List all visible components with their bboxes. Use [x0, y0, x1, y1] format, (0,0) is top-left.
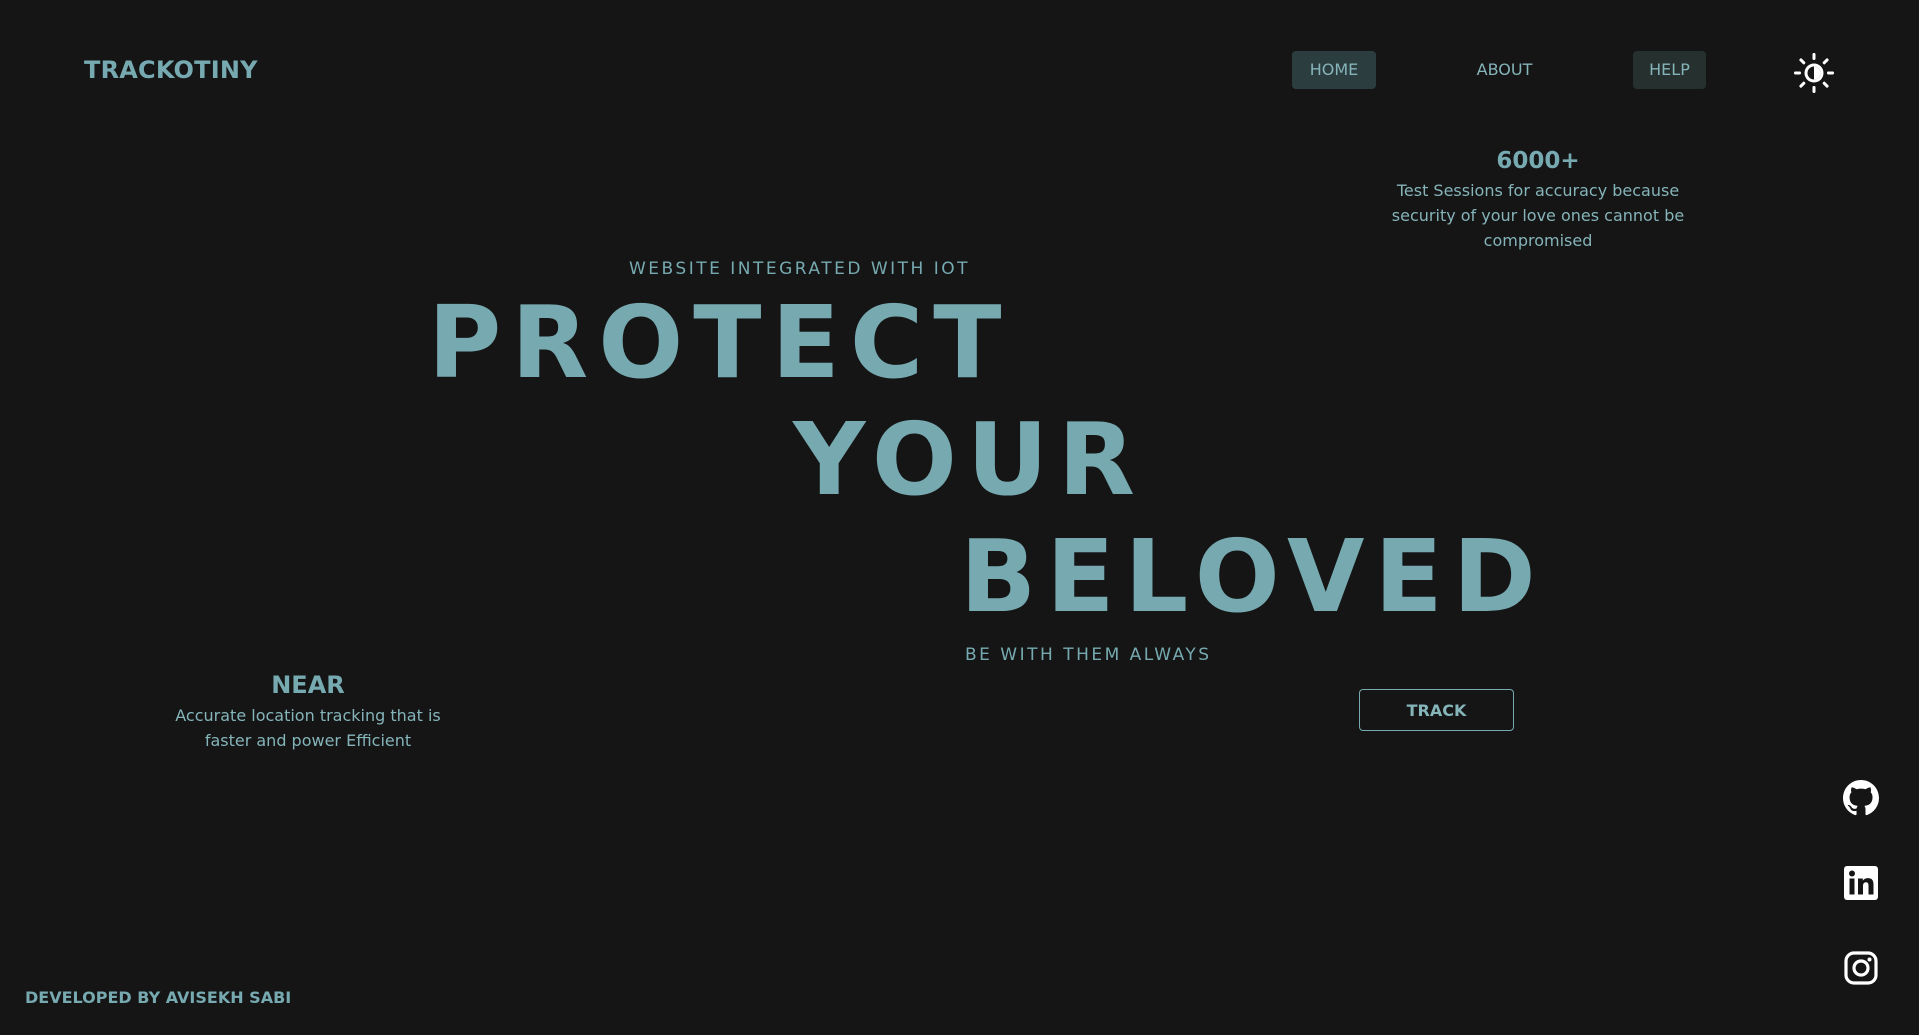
stat-value: 6000+: [1496, 148, 1580, 174]
nav-help[interactable]: HELP: [1633, 51, 1706, 89]
github-icon: [1843, 780, 1879, 816]
nav-home[interactable]: HOME: [1292, 51, 1376, 89]
track-button[interactable]: TRACK: [1359, 689, 1514, 731]
hero-word-beloved: BELOVED: [960, 518, 1546, 635]
landing-page: TRACKOTINY HOME ABOUT HELP 6000+ Test Se…: [0, 0, 1919, 1035]
near-title: NEAR: [271, 671, 345, 699]
nav-about[interactable]: ABOUT: [1457, 51, 1552, 89]
instagram-icon: [1844, 951, 1878, 985]
sun-icon: [1794, 53, 1834, 93]
instagram-link[interactable]: [1843, 950, 1879, 986]
stat-description: Test Sessions for accuracy because secur…: [1391, 181, 1685, 250]
brand-logo[interactable]: TRACKOTINY: [84, 56, 258, 84]
hero-eyebrow: WEBSITE INTEGRATED WITH IOT: [629, 259, 971, 279]
near-description: Accurate location tracking that is faste…: [175, 706, 441, 750]
github-link[interactable]: [1843, 780, 1879, 816]
hero-tagline: BE WITH THEM ALWAYS: [965, 645, 1212, 665]
stat-block: 6000+ Test Sessions for accuracy because…: [1390, 148, 1686, 253]
theme-toggle-button[interactable]: [1792, 51, 1836, 95]
near-feature: NEAR Accurate location tracking that is …: [172, 671, 444, 753]
footer-credit: DEVELOPED BY AVISEKH SABI: [25, 988, 292, 1007]
linkedin-link[interactable]: [1843, 865, 1879, 901]
hero-word-your: YOUR: [793, 401, 1146, 518]
hero-word-protect: PROTECT: [428, 284, 1012, 401]
linkedin-icon: [1844, 866, 1878, 900]
